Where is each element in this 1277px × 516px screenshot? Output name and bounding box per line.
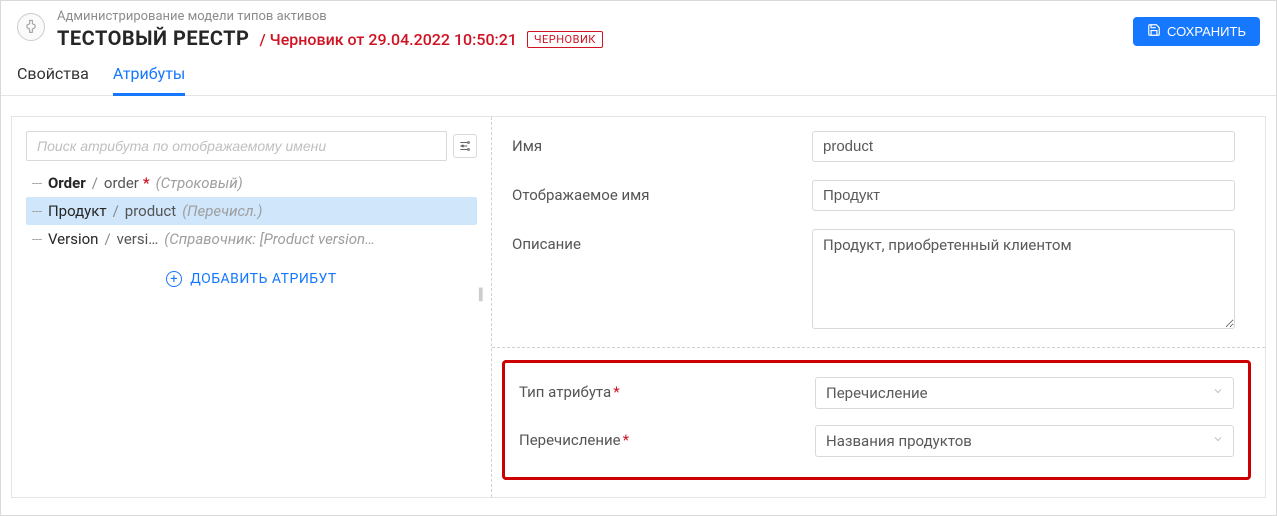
attr-name: product xyxy=(125,202,176,220)
splitter-handle[interactable]: ▮▮ xyxy=(478,289,483,301)
page-title: ТЕСТОВЫЙ РЕЕСТР xyxy=(57,26,249,50)
tree-dash-icon: --- xyxy=(32,232,42,246)
save-icon xyxy=(1147,23,1161,40)
required-star: * xyxy=(143,174,150,192)
textarea-description[interactable]: Продукт, приобретенный клиентом xyxy=(812,229,1235,329)
label-enum: Перечисление* xyxy=(519,425,815,449)
attr-label: Продукт xyxy=(48,202,107,220)
label-attr-type: Тип атрибута* xyxy=(519,377,815,401)
save-button-label: СОХРАНИТЬ xyxy=(1167,24,1246,39)
input-name[interactable] xyxy=(812,131,1235,162)
highlighted-region: Тип атрибута* Перечисление Перечисление* xyxy=(502,360,1251,480)
list-item[interactable]: --- Version / versi… (Справочник: [Produc… xyxy=(26,225,477,253)
attr-name: versi… xyxy=(117,230,159,248)
search-input[interactable] xyxy=(26,131,447,161)
label-display-name: Отображаемое имя xyxy=(512,180,812,204)
tree-dash-icon: --- xyxy=(32,176,42,190)
attr-label: Version xyxy=(48,230,99,248)
list-item[interactable]: --- Order / order * (Строковый) xyxy=(26,169,477,197)
filter-button[interactable] xyxy=(453,134,477,158)
attr-type: (Справочник: [Product version… xyxy=(164,230,375,248)
draft-badge: ЧЕРНОВИК xyxy=(527,31,603,48)
attr-name: order xyxy=(104,174,139,192)
save-button[interactable]: СОХРАНИТЬ xyxy=(1133,17,1260,46)
attr-type: (Строковый) xyxy=(156,174,243,192)
plus-icon: + xyxy=(166,271,182,287)
attr-type: (Перечисл.) xyxy=(182,202,262,220)
attr-label: Order xyxy=(48,174,86,192)
breadcrumb: Администрирование модели типов активов xyxy=(57,9,603,24)
select-enum[interactable]: Названия продуктов xyxy=(815,425,1234,457)
tree-dash-icon: --- xyxy=(32,204,42,218)
separator: / xyxy=(113,202,119,220)
label-description: Описание xyxy=(512,229,812,253)
add-attribute-button[interactable]: + ДОБАВИТЬ АТРИБУТ xyxy=(26,253,477,305)
select-attr-type[interactable]: Перечисление xyxy=(815,377,1234,409)
separator: / xyxy=(104,230,110,248)
add-attribute-label: ДОБАВИТЬ АТРИБУТ xyxy=(190,271,337,287)
tab-properties[interactable]: Свойства xyxy=(17,64,89,95)
draft-timestamp: / Черновик от 29.04.2022 10:50:21 xyxy=(259,30,517,49)
list-item[interactable]: --- Продукт / product (Перечисл.) xyxy=(26,197,477,225)
label-name: Имя xyxy=(512,131,812,155)
entity-icon xyxy=(17,13,45,41)
filter-icon xyxy=(458,139,472,153)
section-divider xyxy=(492,347,1265,348)
separator: / xyxy=(92,174,98,192)
input-display-name[interactable] xyxy=(812,180,1235,211)
tab-attributes[interactable]: Атрибуты xyxy=(113,64,185,96)
